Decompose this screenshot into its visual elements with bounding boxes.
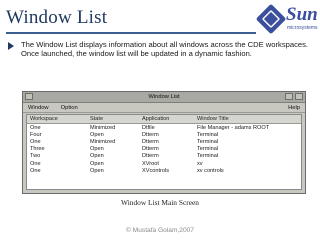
cell-window-title: Terminal <box>197 131 219 138</box>
menu-help[interactable]: Help <box>288 105 300 111</box>
cell-state: Open <box>90 131 104 138</box>
table-row[interactable]: Four Open Dtterm Terminal <box>27 131 301 138</box>
logo-subtitle: microsystems <box>287 25 318 31</box>
cell-application: Dtterm <box>142 146 159 153</box>
cell-window-title: Terminal <box>197 153 219 160</box>
window-menu-icon[interactable] <box>25 93 33 100</box>
menu-window[interactable]: Window <box>28 105 49 111</box>
cell-state: Minimized <box>90 124 116 131</box>
cell-workspace: One <box>30 124 41 131</box>
cell-state: Open <box>90 167 104 174</box>
cell-workspace: Three <box>30 146 45 153</box>
bullet-text: The Window List displays information abo… <box>21 40 308 59</box>
cell-workspace: One <box>30 160 41 167</box>
cell-application: XVroot <box>142 160 159 167</box>
cell-window-title: Terminal <box>197 146 219 153</box>
cell-state: Open <box>90 153 104 160</box>
cell-workspace: One <box>30 167 41 174</box>
cell-application: Dtterm <box>142 138 159 145</box>
bullet-point: The Window List displays information abo… <box>8 40 308 59</box>
cell-workspace: One <box>30 138 41 145</box>
cell-state: Open <box>90 146 104 153</box>
table-header: Workspace State Application Window Title <box>27 115 301 124</box>
cell-state: Minimized <box>90 138 116 145</box>
column-header-state[interactable]: State <box>90 116 142 122</box>
logo-word: Sun <box>286 4 318 25</box>
menu-option[interactable]: Option <box>61 105 78 111</box>
window-titlebar: Window List <box>23 92 305 103</box>
column-header-workspace[interactable]: Workspace <box>27 116 90 122</box>
cell-application: Dtfile <box>142 124 155 131</box>
figure-caption: Window List Main Screen <box>121 198 199 207</box>
window-title: Window List <box>148 94 180 100</box>
title-divider <box>6 32 256 34</box>
table-row[interactable]: One Open XVcontrols xv controls <box>27 167 301 174</box>
window-list-screenshot: Window List Window Option Help Workspace… <box>22 91 306 194</box>
maximize-icon[interactable] <box>295 93 303 100</box>
column-header-application[interactable]: Application <box>142 116 197 122</box>
cell-application: XVcontrols <box>142 167 170 174</box>
bullet-arrow-icon <box>8 42 14 50</box>
window-list-table: Workspace State Application Window Title… <box>26 114 302 190</box>
copyright-footer: © Mustafa Golam,2007 <box>126 227 194 234</box>
table-row[interactable]: One Minimized Dtfile File Manager - adam… <box>27 124 301 131</box>
cell-window-title: xv <box>197 160 203 167</box>
cell-window-title: Terminal <box>197 138 219 145</box>
cell-application: Dtterm <box>142 153 159 160</box>
cell-window-title: xv controls <box>197 167 224 174</box>
menubar: Window Option Help <box>23 103 305 113</box>
table-row[interactable]: One Open XVroot xv <box>27 160 301 167</box>
cell-application: Dtterm <box>142 131 159 138</box>
cell-state: Open <box>90 160 104 167</box>
cell-workspace: Four <box>30 131 42 138</box>
table-row[interactable]: Three Open Dtterm Terminal <box>27 146 301 153</box>
sun-logo-mark-icon <box>255 3 287 35</box>
sun-logo: Sun microsystems <box>255 3 318 38</box>
minimize-icon[interactable] <box>285 93 293 100</box>
cell-window-title: File Manager - adams ROOT <box>197 124 270 131</box>
table-row[interactable]: One Minimized Dtterm Terminal <box>27 138 301 145</box>
cell-workspace: Two <box>30 153 41 160</box>
column-header-window-title[interactable]: Window Title <box>197 116 301 122</box>
page-title: Window List <box>6 7 108 28</box>
table-row[interactable]: Two Open Dtterm Terminal <box>27 153 301 160</box>
